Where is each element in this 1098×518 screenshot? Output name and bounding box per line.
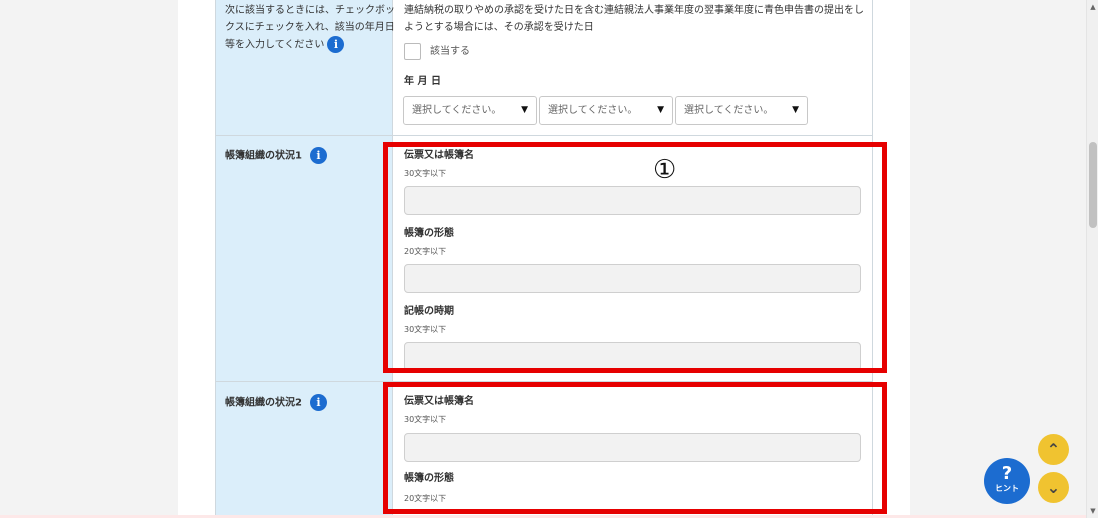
caret-down-icon: ▼ bbox=[657, 105, 664, 115]
label-line: 次に該当するときには、チェックボッ bbox=[225, 5, 395, 16]
highlight-box bbox=[383, 382, 887, 514]
date-label: 年 月 日 bbox=[404, 76, 441, 87]
table-border-left bbox=[215, 0, 216, 518]
books-status-2-label: 帳簿組織の状況2 i bbox=[225, 394, 327, 412]
label-line: 等を入力してください i bbox=[225, 36, 395, 54]
checkbox-label: 該当する bbox=[430, 46, 470, 57]
info-icon[interactable]: i bbox=[309, 147, 327, 164]
chevron-down-icon: ⌄ bbox=[1046, 478, 1061, 497]
info-icon[interactable]: i bbox=[327, 36, 345, 53]
description-line: 連結納税の取りやめの承認を受けた日を含む連結親法人事業年度の翌事業年度に青色申告… bbox=[404, 5, 864, 16]
vertical-scrollbar[interactable]: ▲ ▼ bbox=[1086, 0, 1098, 518]
scrollbar-thumb[interactable] bbox=[1089, 142, 1097, 228]
month-select[interactable]: 選択してください。 ▼ bbox=[539, 96, 673, 125]
label-line: クスにチェックを入れ、該当の年月日 bbox=[225, 22, 395, 33]
date-condition-label: 次に該当するときには、チェックボッ クスにチェックを入れ、該当の年月日 等を入力… bbox=[225, 2, 395, 54]
caret-down-icon: ▼ bbox=[521, 105, 528, 115]
day-select[interactable]: 選択してください。 ▼ bbox=[675, 96, 808, 125]
info-icon[interactable]: i bbox=[309, 394, 327, 411]
caret-down-icon: ▼ bbox=[792, 105, 799, 115]
label-cell-books-1 bbox=[215, 136, 392, 381]
applicable-checkbox[interactable] bbox=[404, 43, 421, 60]
select-value: 選択してください。 bbox=[412, 105, 502, 116]
highlight-box bbox=[383, 142, 887, 373]
description-line: ようとする場合には、その承認を受けた日 bbox=[404, 22, 594, 33]
books-status-1-label: 帳簿組織の状況1 i bbox=[225, 147, 327, 165]
question-icon: ? bbox=[1001, 463, 1013, 484]
row-divider bbox=[215, 135, 873, 136]
hint-button[interactable]: ? ヒント bbox=[984, 458, 1030, 504]
description-text: 連結納税の取りやめの承認を受けた日を含む連結親法人事業年度の翌事業年度に青色申告… bbox=[404, 2, 866, 36]
page: 次に該当するときには、チェックボッ クスにチェックを入れ、該当の年月日 等を入力… bbox=[0, 0, 1098, 518]
scroll-to-top-button[interactable]: ⌃ bbox=[1038, 434, 1069, 465]
hint-label: ヒント bbox=[995, 484, 1019, 493]
scroll-up-arrow-icon[interactable]: ▲ bbox=[1089, 2, 1097, 12]
select-value: 選択してください。 bbox=[548, 105, 638, 116]
scroll-to-bottom-button[interactable]: ⌄ bbox=[1038, 472, 1069, 503]
scroll-down-arrow-icon[interactable]: ▼ bbox=[1089, 506, 1097, 516]
chevron-up-icon: ⌃ bbox=[1046, 440, 1061, 459]
year-select[interactable]: 選択してください。 ▼ bbox=[403, 96, 537, 125]
select-value: 選択してください。 bbox=[684, 105, 774, 116]
